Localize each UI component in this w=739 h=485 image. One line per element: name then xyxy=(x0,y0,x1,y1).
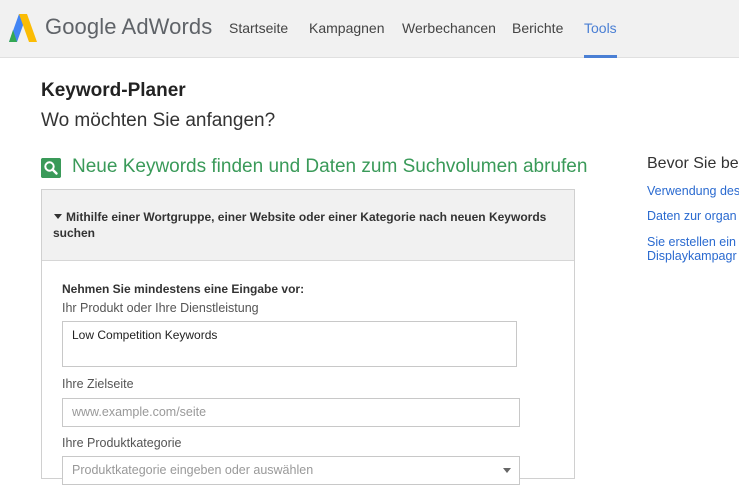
section-title[interactable]: Neue Keywords finden und Daten zum Suchv… xyxy=(72,156,587,178)
product-textarea[interactable]: Low Competition Keywords xyxy=(62,321,517,367)
landing-page-label: Ihre Zielseite xyxy=(62,377,134,391)
top-header: Google AdWords Startseite Kampagnen Werb… xyxy=(0,0,739,58)
nav-item-tools[interactable]: Tools xyxy=(584,0,617,58)
nav-item-startseite[interactable]: Startseite xyxy=(229,0,288,58)
sidebar-link-organic-data[interactable]: Daten zur organ xyxy=(647,209,737,223)
product-category-label: Ihre Produktkategorie xyxy=(62,436,182,450)
nav-item-kampagnen[interactable]: Kampagnen xyxy=(309,0,385,58)
adwords-logo-icon[interactable] xyxy=(9,14,37,42)
brand-name[interactable]: Google AdWords xyxy=(45,14,212,40)
page-subtitle: Wo möchten Sie anfangen? xyxy=(41,110,276,131)
sidebar-link-display-campaign[interactable]: Displaykampagr xyxy=(647,249,737,263)
nav-item-werbechancen[interactable]: Werbechancen xyxy=(402,0,496,58)
keyword-search-panel: Mithilfe einer Wortgruppe, einer Website… xyxy=(41,189,575,485)
product-label: Ihr Produkt oder Ihre Dienstleistung xyxy=(62,301,259,315)
product-category-placeholder: Produktkategorie eingeben oder auswählen xyxy=(72,463,314,477)
form-intro: Nehmen Sie mindestens eine Eingabe vor: xyxy=(62,282,305,296)
nav-item-berichte[interactable]: Berichte xyxy=(512,0,563,58)
sidebar-link-usage[interactable]: Verwendung des xyxy=(647,184,739,198)
sidebar-title: Bevor Sie be xyxy=(647,155,739,172)
magnifier-icon xyxy=(41,158,61,178)
panel-header-title: Mithilfe einer Wortgruppe, einer Website… xyxy=(53,210,547,240)
landing-page-input[interactable]: www.example.com/seite xyxy=(62,398,520,427)
product-category-select[interactable]: Produktkategorie eingeben oder auswählen xyxy=(62,456,520,485)
sidebar-link-create-campaign[interactable]: Sie erstellen ein xyxy=(647,235,736,249)
panel-header[interactable]: Mithilfe einer Wortgruppe, einer Website… xyxy=(42,190,574,261)
page-title: Keyword-Planer xyxy=(41,80,186,101)
